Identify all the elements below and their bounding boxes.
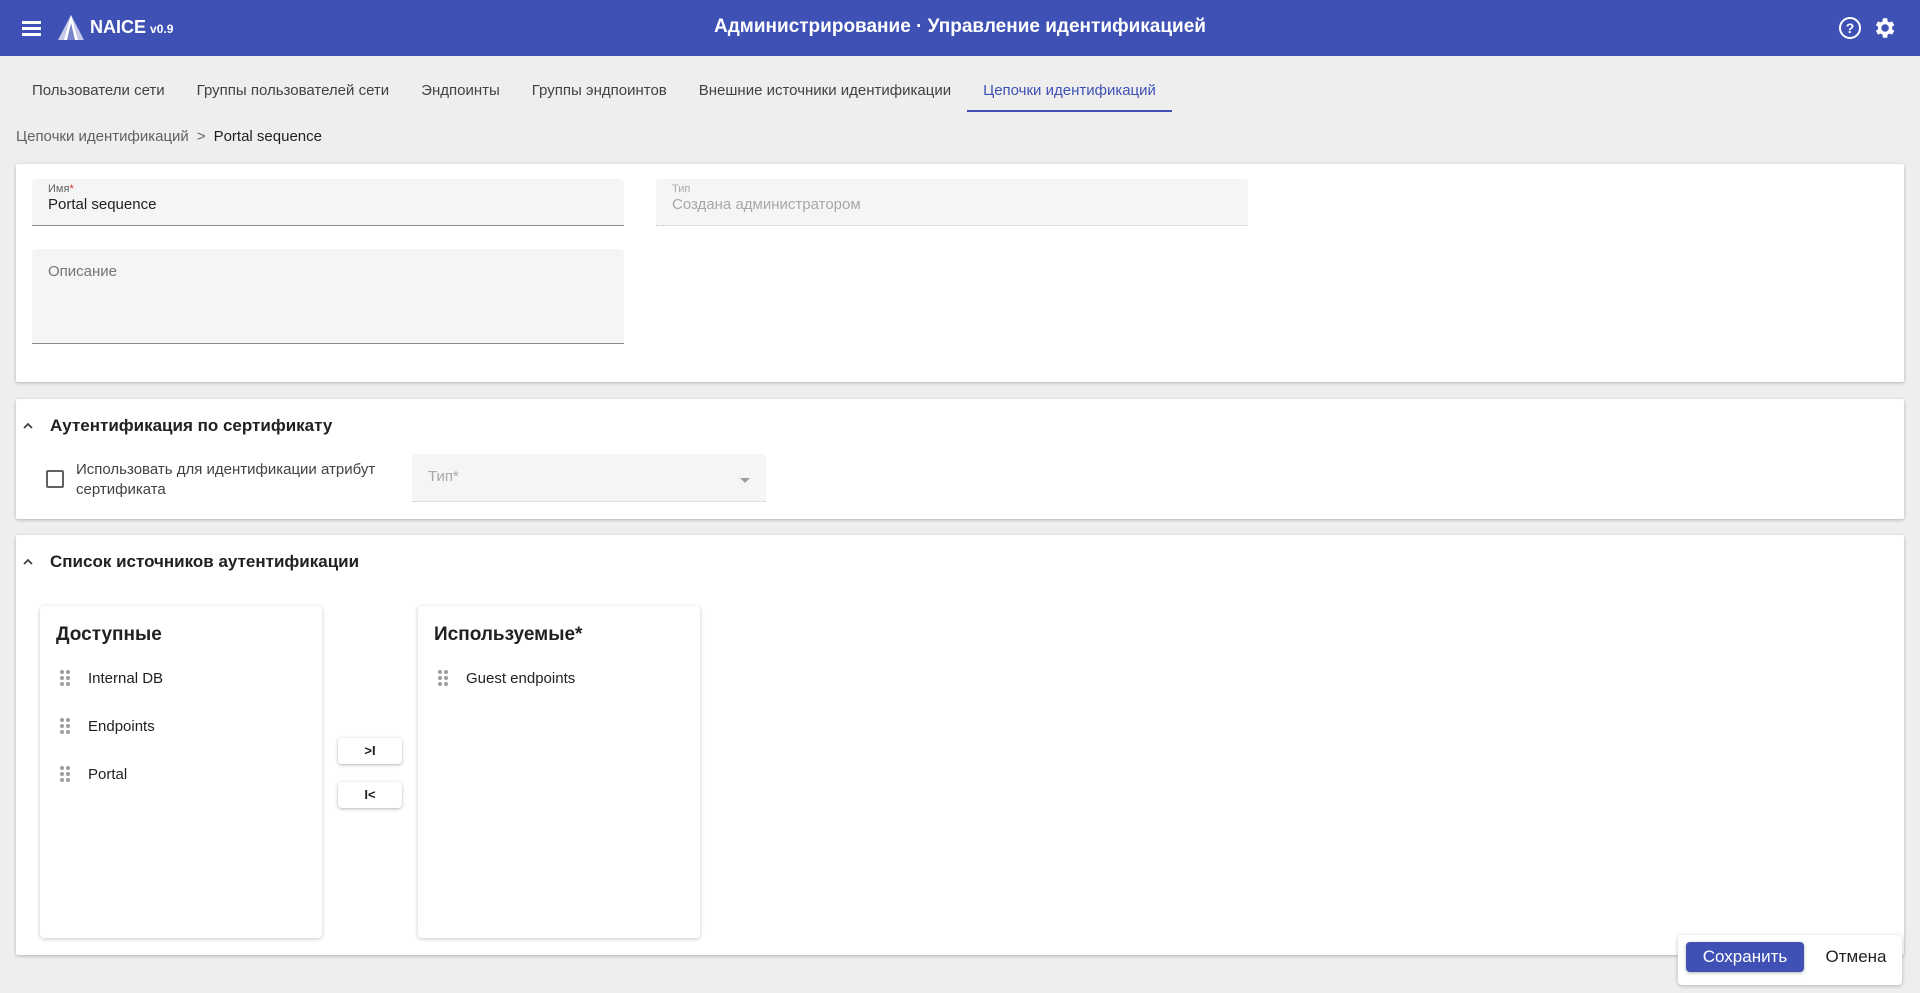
list-item-label: Portal xyxy=(88,765,128,783)
cert-section-header[interactable]: Аутентификация по сертификату xyxy=(22,416,332,436)
list-item-label: Guest endpoints xyxy=(466,669,576,687)
form-actions-bar: Сохранить Отмена xyxy=(1678,935,1902,985)
save-button[interactable]: Сохранить xyxy=(1686,942,1804,972)
cert-section-title: Аутентификация по сертификату xyxy=(50,416,333,435)
list-item-label: Internal DB xyxy=(88,669,164,687)
breadcrumb-parent-link[interactable]: Цепочки идентификаций xyxy=(16,128,189,145)
dropdown-arrow-icon xyxy=(740,478,750,483)
list-item[interactable]: Internal DB xyxy=(60,666,163,690)
tab-external-identity-sources[interactable]: Внешние источники идентификации xyxy=(683,72,967,112)
name-field-label: Имя* xyxy=(48,183,74,195)
help-icon[interactable]: ? xyxy=(1839,17,1861,39)
move-left-button[interactable]: I< xyxy=(338,782,402,808)
move-right-button[interactable]: >I xyxy=(338,738,402,764)
list-item-label: Endpoints xyxy=(88,717,155,735)
general-card: Имя* Portal sequence Тип Создана админис… xyxy=(16,164,1904,382)
name-field-value: Portal sequence xyxy=(48,196,157,213)
list-item[interactable]: Guest endpoints xyxy=(438,666,575,690)
app-header: NAICE v0.9 Администрирование · Управление… xyxy=(0,0,1920,56)
tab-endpoints[interactable]: Эндпоинты xyxy=(405,72,516,112)
drag-handle-icon[interactable] xyxy=(438,670,448,686)
drag-handle-icon[interactable] xyxy=(60,766,70,782)
list-item[interactable]: Portal xyxy=(60,762,127,786)
tab-network-users[interactable]: Пользователи сети xyxy=(16,72,181,112)
breadcrumb-separator: > xyxy=(196,128,206,145)
use-cert-attribute-checkbox[interactable] xyxy=(46,470,64,488)
description-placeholder: Описание xyxy=(48,263,118,280)
cancel-button[interactable]: Отмена xyxy=(1816,942,1896,972)
cert-type-select[interactable]: Тип* xyxy=(412,454,766,502)
available-sources-list: Доступные Internal DB Endpoints Portal xyxy=(40,606,322,938)
list-item[interactable]: Endpoints xyxy=(60,714,155,738)
chevron-up-icon xyxy=(23,558,33,565)
type-field: Тип Создана администратором xyxy=(656,179,1248,226)
used-list-title: Используемые* xyxy=(434,624,583,645)
sources-section-header[interactable]: Список источников аутентификации xyxy=(22,552,359,572)
chevron-up-icon xyxy=(23,422,33,429)
type-field-label: Тип xyxy=(672,183,691,195)
drag-handle-icon[interactable] xyxy=(60,670,70,686)
cert-type-placeholder: Тип* xyxy=(428,468,459,485)
sources-section-title: Список источников аутентификации xyxy=(50,552,360,571)
tab-network-user-groups[interactable]: Группы пользователей сети xyxy=(181,72,406,112)
breadcrumb: Цепочки идентификаций > Portal sequence xyxy=(16,128,322,145)
description-field[interactable]: Описание xyxy=(32,249,624,344)
used-sources-list: Используемые* Guest endpoints xyxy=(418,606,700,938)
type-field-value: Создана администратором xyxy=(672,196,861,213)
breadcrumb-current: Portal sequence xyxy=(213,128,322,145)
name-field[interactable]: Имя* Portal sequence xyxy=(32,179,624,226)
drag-handle-icon[interactable] xyxy=(60,718,70,734)
tab-bar: Пользователи сети Группы пользователей с… xyxy=(16,72,1172,112)
use-cert-attribute-label: Использовать для идентификации атрибут с… xyxy=(76,461,376,498)
available-list-title: Доступные xyxy=(56,624,162,645)
settings-gear-icon[interactable] xyxy=(1871,15,1897,41)
tab-identity-sequences[interactable]: Цепочки идентификаций xyxy=(967,72,1172,112)
tab-endpoint-groups[interactable]: Группы эндпоинтов xyxy=(516,72,683,112)
page-title: Администрирование · Управление идентифик… xyxy=(714,16,1206,37)
